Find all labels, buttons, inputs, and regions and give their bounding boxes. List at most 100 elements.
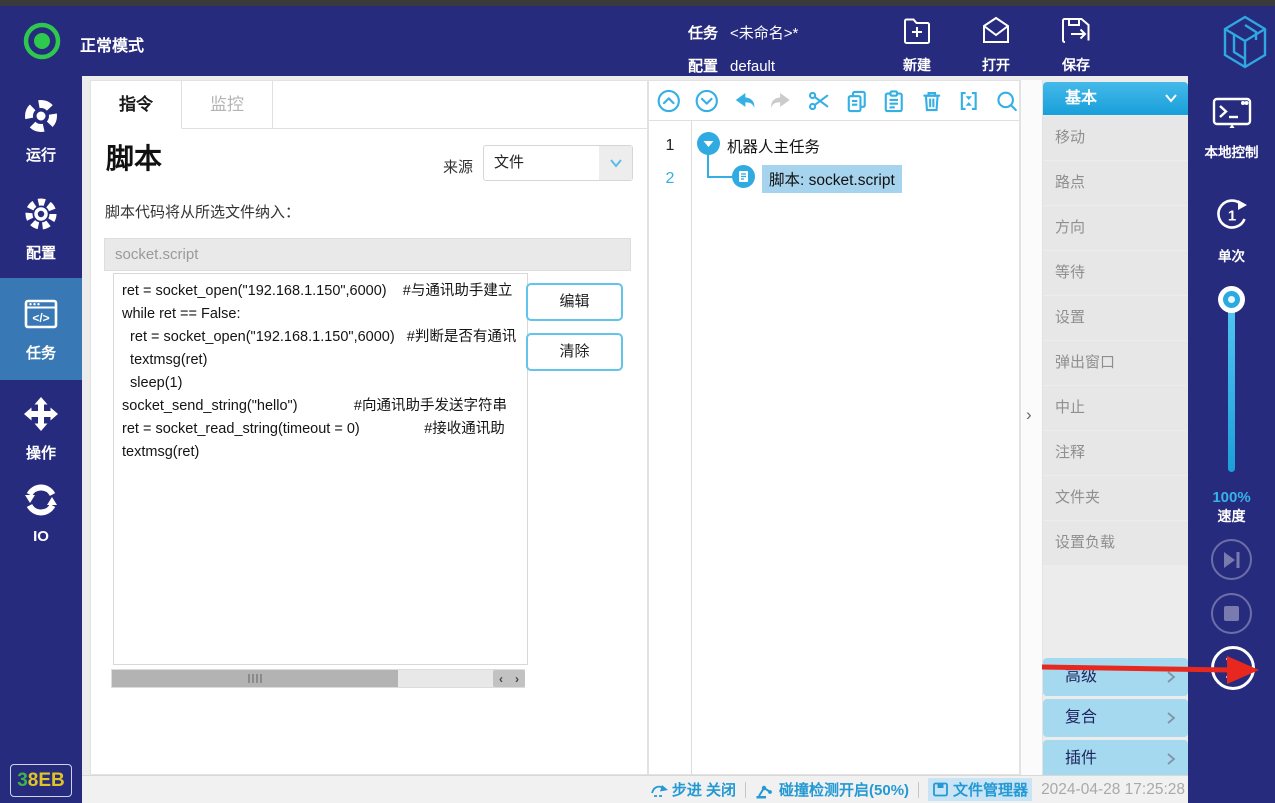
command-item-wait[interactable]: 等待 [1043, 251, 1188, 295]
redo-icon[interactable] [769, 88, 795, 114]
sidebar-item-io[interactable]: IO [0, 480, 82, 545]
tree-node-label-selected[interactable]: 脚本: socket.script [762, 165, 902, 193]
copy-icon[interactable] [844, 88, 870, 114]
scroll-right-icon[interactable]: › [515, 672, 519, 686]
tree-toolbar [649, 81, 1019, 121]
step-mode-text: 步进 关闭 [672, 779, 736, 800]
script-file-field[interactable]: socket.script [104, 238, 631, 271]
panel-collapse-handle[interactable]: › [1020, 80, 1043, 775]
clock-timestamp: 2024-04-28 17:25:28 [1041, 781, 1185, 799]
cut-icon[interactable] [806, 88, 832, 114]
code-line: ret = socket_open("192.168.1.150",6000) … [122, 280, 527, 303]
step-icon [650, 782, 668, 798]
script-code-viewer[interactable]: ret = socket_open("192.168.1.150",6000) … [113, 273, 528, 665]
speed-slider-track[interactable] [1228, 300, 1235, 472]
tab-instruction[interactable]: 指令 [91, 81, 182, 129]
local-control-label: 本地控制 [1188, 141, 1275, 161]
robot-status-indicator-icon [21, 20, 63, 67]
command-item-move[interactable]: 移动 [1043, 116, 1188, 160]
tree-row-script[interactable]: 2 脚本: socket.script [649, 165, 902, 192]
file-manager-text: 文件管理器 [953, 779, 1028, 800]
mode-label: 正常模式 [80, 32, 144, 56]
new-task-button[interactable]: 新建 [887, 14, 947, 75]
step-mode-status[interactable]: 步进 关闭 [650, 779, 736, 800]
command-item-direction[interactable]: 方向 [1043, 206, 1188, 250]
single-run-mode-button[interactable]: 1 单次 [1188, 194, 1275, 265]
code-line: textmsg(ret) [122, 441, 527, 464]
source-dropdown[interactable]: 文件 [483, 145, 633, 181]
command-group-composite[interactable]: 复合 [1043, 699, 1188, 737]
clear-button[interactable]: 清除 [526, 333, 623, 371]
command-item-waypoint[interactable]: 路点 [1043, 161, 1188, 205]
scrollbar-thumb[interactable] [112, 670, 398, 687]
command-item-folder[interactable]: 文件夹 [1043, 476, 1188, 520]
speed-percent: 100% [1188, 488, 1275, 507]
advanced-group-label: 高级 [1065, 668, 1097, 685]
tree-row-main-task[interactable]: 1 机器人主任务 [649, 132, 820, 159]
plugin-group-label: 插件 [1065, 750, 1097, 767]
page-title: 脚本 [106, 137, 162, 177]
edit-button[interactable]: 编辑 [526, 283, 623, 321]
move-up-icon[interactable] [656, 88, 682, 114]
command-group-basic[interactable]: 基本 [1043, 82, 1188, 115]
code-line: sleep(1) [122, 372, 527, 395]
insert-icon[interactable] [956, 88, 982, 114]
local-control-button[interactable]: 本地控制 [1188, 96, 1275, 161]
tab-monitor[interactable]: 监控 [182, 81, 273, 129]
speed-slider[interactable] [1188, 286, 1275, 476]
file-manager-button[interactable]: 文件管理器 [928, 778, 1032, 801]
code-line: ret = socket_read_string(timeout = 0) #接… [122, 418, 527, 441]
command-group-advanced[interactable]: 高级 [1043, 658, 1188, 696]
command-item-abort[interactable]: 中止 [1043, 386, 1188, 430]
command-item-comment[interactable]: 注释 [1043, 431, 1188, 475]
task-config-meta: 任务<未命名>* 配置default [688, 17, 798, 83]
code-window-icon: </> [21, 321, 61, 338]
left-sidebar: 运行 配置 </> 任务 操作 [0, 76, 82, 803]
status-divider [918, 782, 919, 798]
sidebar-item-operate[interactable]: 操作 [0, 394, 82, 463]
stop-button[interactable] [1211, 593, 1252, 634]
topbar: 正常模式 任务<未命名>* 配置default 新建 打开 保存 [0, 6, 1275, 76]
sidebar-item-run[interactable]: 运行 [0, 96, 82, 165]
terminal-icon [1211, 119, 1253, 136]
undo-icon[interactable] [731, 88, 757, 114]
search-icon[interactable] [994, 88, 1020, 114]
speed-readout: 100% 速度 [1188, 488, 1275, 526]
paste-icon[interactable] [881, 88, 907, 114]
task-tree-panel: 1 机器人主任务 2 脚本: socket.script [648, 80, 1020, 775]
collision-detect-status[interactable]: 碰撞检测开启(50%) [755, 779, 909, 800]
right-control-sidebar: 本地控制 1 单次 100% 速度 [1188, 76, 1275, 803]
tree-node-label[interactable]: 机器人主任务 [727, 135, 820, 157]
move-arrows-icon [21, 421, 61, 438]
badge-prefix: 3 [17, 770, 28, 791]
command-item-payload[interactable]: 设置负载 [1043, 521, 1188, 565]
command-item-popup[interactable]: 弹出窗口 [1043, 341, 1188, 385]
speed-label: 速度 [1188, 507, 1275, 526]
scroll-left-icon[interactable]: ‹ [499, 672, 503, 686]
open-file-icon [979, 35, 1013, 52]
line-number: 2 [649, 170, 691, 188]
horizontal-scrollbar[interactable]: ‹› [111, 669, 525, 688]
status-divider [745, 782, 746, 798]
line-number-divider [691, 121, 692, 775]
config-label: 配置 [688, 58, 718, 75]
script-node-icon[interactable] [731, 164, 756, 194]
command-group-plugin[interactable]: 插件 [1043, 740, 1188, 778]
command-item-set[interactable]: 设置 [1043, 296, 1188, 340]
step-forward-button[interactable] [1211, 539, 1252, 580]
open-button-label: 打开 [966, 55, 1026, 75]
code-line: while ret == False: [122, 303, 527, 326]
delete-icon[interactable] [919, 88, 945, 114]
speed-slider-knob[interactable] [1218, 286, 1245, 313]
collapse-node-icon[interactable] [696, 131, 721, 161]
move-down-icon[interactable] [694, 88, 720, 114]
sidebar-item-task-active[interactable]: </> 任务 [0, 278, 82, 380]
save-task-button[interactable]: 保存 [1046, 14, 1106, 75]
sidebar-item-config[interactable]: 配置 [0, 194, 82, 263]
stop-icon [1224, 606, 1239, 621]
scrollbar-arrows[interactable]: ‹› [493, 670, 525, 687]
task-label: 任务 [688, 25, 718, 42]
next-step-button[interactable] [1211, 646, 1255, 690]
chevron-down-icon [1164, 93, 1178, 103]
open-task-button[interactable]: 打开 [966, 14, 1026, 75]
